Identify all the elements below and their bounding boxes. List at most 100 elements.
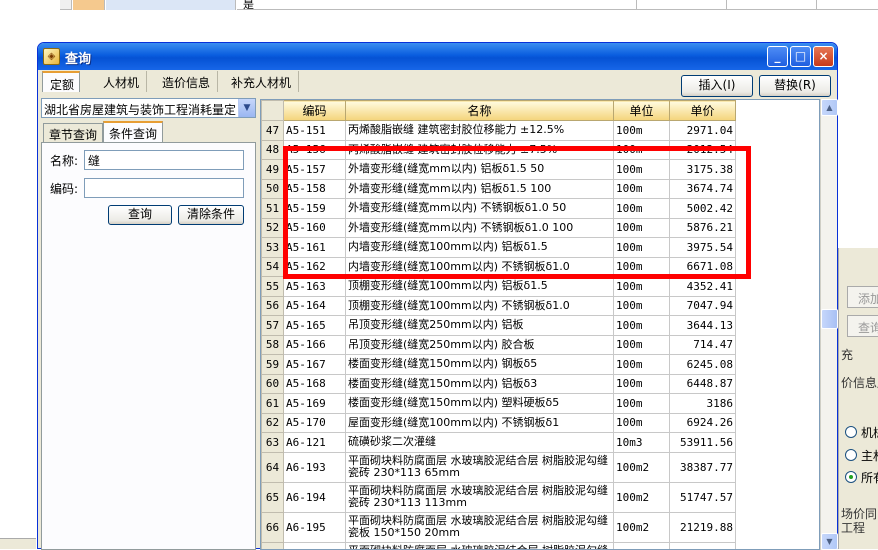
cell-name: 吊顶变形缝(缝宽250mm以内) 胶合板 <box>346 335 614 355</box>
table-row[interactable]: 49A5-157外墙变形缝(缝宽mm以内) 铝板δ1.5 50100m3175.… <box>262 160 736 180</box>
cell-code: A6-195 <box>284 512 346 542</box>
table-header-row: 编码 名称 单位 单价 <box>262 101 736 121</box>
column-header-price[interactable]: 单价 <box>670 101 736 121</box>
radio-main-material[interactable] <box>845 449 857 461</box>
scroll-down-icon[interactable]: ▼ <box>821 533 838 550</box>
column-header-unit[interactable]: 单位 <box>614 101 670 121</box>
cell-unit: 100m <box>614 238 670 258</box>
cell-name: 平面砌块料防腐面层 水玻璃胶泥结合层 树脂胶泥勾缝 瓷砖 230*113 65m… <box>346 452 614 482</box>
bg-add-button[interactable]: 添加 <box>847 286 878 308</box>
cell-code: A5-162 <box>284 257 346 277</box>
scroll-thumb[interactable] <box>821 309 838 329</box>
cell-unit: 100m <box>614 296 670 316</box>
bg-cell <box>637 0 727 10</box>
table-row[interactable]: 54A5-162内墙变形缝(缝宽100mm以内) 不锈钢板δ1.0100m667… <box>262 257 736 277</box>
cell-name: 吊顶变形缝(缝宽250mm以内) 铝板 <box>346 316 614 336</box>
row-number: 57 <box>262 316 284 336</box>
replace-button[interactable]: 替换(R) <box>759 75 831 97</box>
cell-code: A5-156 <box>284 140 346 160</box>
bg-cell <box>817 0 878 10</box>
code-input[interactable] <box>84 178 244 198</box>
table-row[interactable]: 65A6-194平面砌块料防腐面层 水玻璃胶泥结合层 树脂胶泥勾缝 瓷砖 230… <box>262 482 736 512</box>
query-button[interactable]: 查询 <box>108 205 172 225</box>
table-row[interactable]: 62A5-170屋面变形缝(缝宽100mm以内) 不锈钢板δ1100m6924.… <box>262 413 736 433</box>
radio-main-material-label: 主材 <box>861 447 878 464</box>
cell-code: A5-157 <box>284 160 346 180</box>
bg-cell <box>60 0 72 10</box>
column-header-name[interactable]: 名称 <box>346 101 614 121</box>
tab-quota[interactable]: 定额 <box>42 71 80 92</box>
cell-name: 楼面变形缝(缝宽150mm以内) 塑料硬板δ5 <box>346 394 614 414</box>
table-row[interactable]: 61A5-169楼面变形缝(缝宽150mm以内) 塑料硬板δ5100m3186 <box>262 394 736 414</box>
tab-supplement-lmm[interactable]: 补充人材机 <box>224 71 299 92</box>
tab-cost-info[interactable]: 造价信息 <box>155 71 218 92</box>
vertical-scrollbar[interactable]: ▲ ▼ <box>820 99 837 550</box>
cell-price: 3186 <box>670 394 736 414</box>
code-label: 编码: <box>50 180 78 197</box>
close-button[interactable]: × <box>813 46 834 67</box>
bg-cell-selected <box>73 0 105 10</box>
cell-name: 顶棚变形缝(缝宽100mm以内) 不锈钢板δ1.0 <box>346 296 614 316</box>
table-row[interactable]: 51A5-159外墙变形缝(缝宽mm以内) 不锈钢板δ1.0 50100m500… <box>262 199 736 219</box>
query-dialog: ◈ 查询 _ □ × 定额 人材机 造价信息 补充人材机 插入(I) 替换(R)… <box>37 42 838 549</box>
radio-all-label: 所有 <box>861 469 878 486</box>
cell-name: 内墙变形缝(缝宽100mm以内) 铝板δ1.5 <box>346 238 614 258</box>
title-bar[interactable]: ◈ 查询 _ □ × <box>38 43 837 70</box>
condition-query-panel: 名称: 编码: 查询 清除条件 <box>41 142 256 550</box>
column-header-code[interactable]: 编码 <box>284 101 346 121</box>
table-row[interactable]: 63A6-121硫磺砂浆二次灌缝10m353911.56 <box>262 433 736 453</box>
table-row[interactable]: 53A5-161内墙变形缝(缝宽100mm以内) 铝板δ1.5100m3975.… <box>262 238 736 258</box>
cell-unit: 100m2 <box>614 512 670 542</box>
table-row[interactable]: 57A5-165吊顶变形缝(缝宽250mm以内) 铝板100m3644.13 <box>262 316 736 336</box>
cell-unit: 100m <box>614 121 670 141</box>
table-row[interactable]: 59A5-167楼面变形缝(缝宽150mm以内) 钢板δ5100m6245.08 <box>262 355 736 375</box>
cell-price: 21219.88 <box>670 512 736 542</box>
scroll-up-icon[interactable]: ▲ <box>821 99 838 116</box>
table-row[interactable]: 55A5-163顶棚变形缝(缝宽100mm以内) 铝板δ1.5100m4352.… <box>262 277 736 297</box>
name-input[interactable] <box>84 150 244 170</box>
table-row[interactable]: 60A5-168楼面变形缝(缝宽150mm以内) 铝板δ3100m6448.87 <box>262 374 736 394</box>
background-grid: 是 <box>0 0 878 40</box>
cell-price: 3175.38 <box>670 160 736 180</box>
radio-all[interactable] <box>845 471 857 483</box>
quota-library-select[interactable]: 湖北省房屋建筑与装饰工程消耗量定 ▼ <box>41 98 256 118</box>
cell-price: 714.47 <box>670 335 736 355</box>
bg-query-button[interactable]: 查询 <box>847 315 878 337</box>
cell-code: A5-168 <box>284 374 346 394</box>
insert-button[interactable]: 插入(I) <box>681 75 753 97</box>
table-row[interactable]: 48A5-156丙烯酸脂嵌缝 建筑密封胶位移能力 ±7.5%100m2012.5… <box>262 140 736 160</box>
row-number: 50 <box>262 179 284 199</box>
row-number: 55 <box>262 277 284 297</box>
table-row[interactable]: 52A5-160外墙变形缝(缝宽mm以内) 不锈钢板δ1.0 100100m58… <box>262 218 736 238</box>
radio-machine[interactable] <box>845 426 857 438</box>
cell-name: 平面砌块料防腐面层 水玻璃胶泥结合层 树脂胶泥勾缝 瓷板 150*150 20m… <box>346 512 614 542</box>
minimize-button[interactable]: _ <box>767 46 788 67</box>
cell-name: 平面砌块料防腐面层 水玻璃胶泥结合层 树脂胶泥勾缝 瓷砖 230*113 113… <box>346 482 614 512</box>
cell-code: A5-151 <box>284 121 346 141</box>
maximize-button[interactable]: □ <box>790 46 811 67</box>
results-grid: 编码 名称 单位 单价 47A5-151丙烯酸脂嵌缝 建筑密封胶位移能力 ±12… <box>260 99 820 550</box>
row-number: 56 <box>262 296 284 316</box>
bg-cell <box>106 0 236 10</box>
table-row[interactable]: 56A5-164顶棚变形缝(缝宽100mm以内) 不锈钢板δ1.0100m704… <box>262 296 736 316</box>
table-row[interactable]: 47A5-151丙烯酸脂嵌缝 建筑密封胶位移能力 ±12.5%100m2971.… <box>262 121 736 141</box>
cell-name: 丙烯酸脂嵌缝 建筑密封胶位移能力 ±12.5% <box>346 121 614 141</box>
clear-conditions-button[interactable]: 清除条件 <box>178 205 244 225</box>
table-row[interactable]: 66A6-195平面砌块料防腐面层 水玻璃胶泥结合层 树脂胶泥勾缝 瓷板 150… <box>262 512 736 542</box>
cell-price: 2971.04 <box>670 121 736 141</box>
cell-unit: 100m <box>614 199 670 219</box>
cell-code: A5-165 <box>284 316 346 336</box>
table-row[interactable]: 50A5-158外墙变形缝(缝宽mm以内) 铝板δ1.5 100100m3674… <box>262 179 736 199</box>
row-number: 64 <box>262 452 284 482</box>
row-number: 60 <box>262 374 284 394</box>
tab-labor-material-machine[interactable]: 人材机 <box>96 71 147 92</box>
table-row[interactable]: 58A5-166吊顶变形缝(缝宽250mm以内) 胶合板100m714.47 <box>262 335 736 355</box>
bg-cell: 是 <box>237 0 637 10</box>
cell-code: A5-158 <box>284 179 346 199</box>
table-row[interactable]: 64A6-193平面砌块料防腐面层 水玻璃胶泥结合层 树脂胶泥勾缝 瓷砖 230… <box>262 452 736 482</box>
subtab-chapter-query[interactable]: 章节查询 <box>43 123 103 143</box>
bg-price-info-label: 价信息库 <box>841 374 878 391</box>
subtab-condition-query[interactable]: 条件查询 <box>103 121 163 143</box>
chevron-down-icon[interactable]: ▼ <box>238 99 255 117</box>
cell-unit: 100m <box>614 160 670 180</box>
